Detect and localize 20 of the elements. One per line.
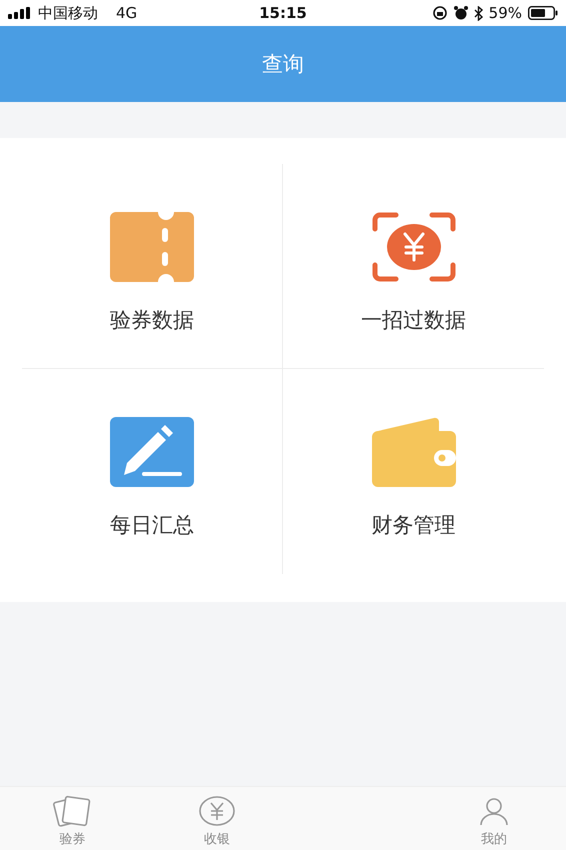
menu-tile[interactable]: 验券数据 (22, 164, 283, 369)
page-title: 查询 (262, 51, 304, 78)
alarm-icon (454, 6, 468, 20)
wallet-icon (372, 417, 456, 487)
pencil-icon (110, 417, 194, 487)
bluetooth-icon (474, 6, 483, 20)
yen-icon[interactable] (198, 795, 236, 827)
scan-yen-icon (372, 212, 456, 282)
signal-icon (8, 7, 32, 19)
battery-percent: 59% (488, 4, 522, 22)
ticket-icon (110, 212, 194, 282)
battery-icon (528, 6, 558, 20)
network-type: 4G (116, 4, 138, 22)
carrier-name: 中国移动 (38, 4, 98, 22)
rotation-lock-icon (432, 6, 448, 20)
menu-tile[interactable]: 财务管理 (283, 369, 544, 574)
menu-tile[interactable]: 每日汇总 (22, 369, 283, 574)
cards-icon[interactable] (53, 795, 92, 827)
menu-tile[interactable]: 一招过数据 (283, 164, 544, 369)
clock-time: 15:15 (259, 4, 307, 22)
